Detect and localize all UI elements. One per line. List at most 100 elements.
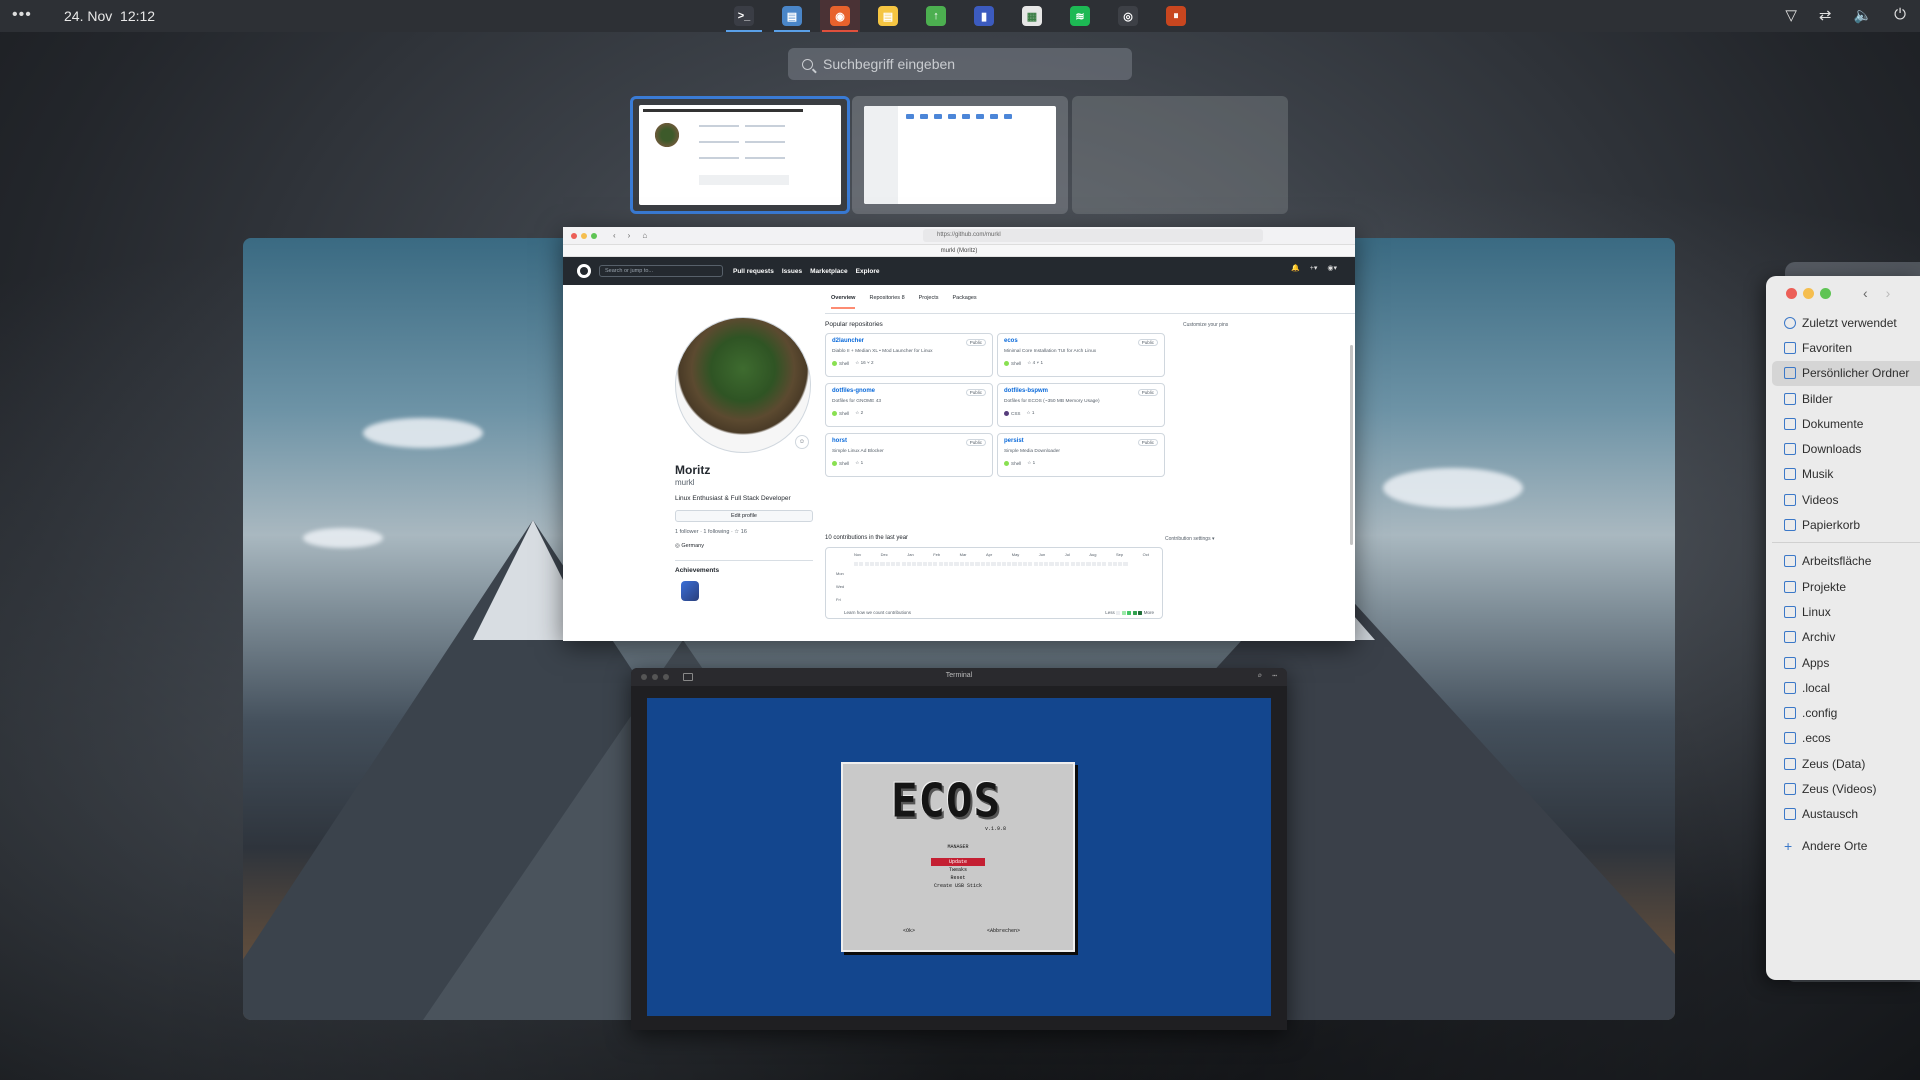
contribution-cell[interactable] — [1096, 562, 1102, 567]
contribution-cell[interactable] — [1017, 562, 1022, 567]
contribution-cell[interactable] — [1023, 562, 1028, 567]
contribution-cell[interactable] — [1075, 562, 1080, 567]
sidebar-item-pers-nlicher-ordner[interactable]: Persönlicher Ordner — [1772, 360, 1920, 386]
contribution-cell[interactable] — [1118, 562, 1123, 567]
contribution-cell[interactable] — [1007, 562, 1012, 567]
contribution-cell[interactable] — [949, 562, 954, 567]
edit-profile-button[interactable]: Edit profile — [675, 510, 813, 522]
repo-name-link[interactable]: persist — [1004, 438, 1158, 444]
contribution-cell[interactable] — [986, 562, 991, 567]
contribution-cell[interactable] — [1112, 562, 1117, 567]
repo-name-link[interactable]: horst — [832, 438, 986, 444]
repo-name-link[interactable]: dotfiles-gnome — [832, 388, 986, 394]
contribution-cell[interactable] — [1038, 562, 1044, 567]
contribution-cell[interactable] — [1091, 562, 1096, 567]
contribution-cell[interactable] — [1033, 562, 1038, 567]
contribution-cell[interactable] — [964, 562, 970, 567]
github-nav-link[interactable]: Issues — [782, 268, 802, 275]
contribution-cell[interactable] — [959, 562, 964, 567]
contribution-cell[interactable] — [1059, 562, 1065, 567]
search-input[interactable]: Suchbegriff eingeben — [788, 48, 1132, 80]
ecos-menu-item[interactable]: Tweaks — [843, 866, 1073, 874]
contribution-cell[interactable] — [980, 562, 985, 567]
contribution-cell[interactable] — [901, 562, 906, 567]
repo-name-link[interactable]: d2launcher — [832, 338, 986, 344]
maximize-icon[interactable] — [591, 232, 597, 239]
github-nav-link[interactable]: Pull requests — [733, 268, 774, 275]
browser-tab[interactable]: murkl (Moritz) — [563, 245, 1355, 257]
close-icon[interactable] — [571, 232, 577, 239]
tab-projects[interactable]: Projects — [919, 295, 939, 309]
plus-icon[interactable]: +▾ — [1310, 264, 1318, 272]
dock-item-bookmark[interactable]: ▮ — [964, 0, 1004, 32]
contribution-cell[interactable] — [933, 562, 938, 567]
contribution-cell[interactable] — [1065, 562, 1070, 567]
tab-packages[interactable]: Packages — [953, 295, 977, 309]
power-icon[interactable]: ⏻ — [1894, 6, 1906, 24]
sidebar-item-zeus-videos[interactable]: Zeus (Videos) — [1772, 776, 1920, 801]
dock-item-spotify[interactable]: ≋ — [1060, 0, 1100, 32]
contribution-cell[interactable] — [859, 562, 864, 567]
repo-card[interactable]: ecos Public Minimal Core Installation TUI … — [997, 333, 1165, 377]
scrollbar[interactable] — [1350, 345, 1353, 545]
back-icon[interactable]: ‹ — [613, 231, 616, 240]
sidebar-item-zeus-data[interactable]: Zeus (Data) — [1772, 751, 1920, 776]
contribution-cell[interactable] — [996, 562, 1001, 567]
contribution-cell[interactable] — [1028, 562, 1033, 567]
contribution-cell[interactable] — [1049, 562, 1054, 567]
repo-name-link[interactable]: ecos — [1004, 338, 1158, 344]
sidebar-item-other-locations[interactable]: + Andere Orte — [1772, 833, 1920, 858]
repo-card[interactable]: dotfiles-gnome Public Dotfiles for GNOME 4… — [825, 383, 993, 427]
status-icon[interactable]: ☺ — [795, 435, 809, 449]
maximize-icon[interactable] — [1820, 288, 1831, 299]
repo-card[interactable]: dotfiles-bspwm Public Dotfiles for ECOS (~… — [997, 383, 1165, 427]
achievement-badge-icon[interactable] — [681, 581, 699, 601]
cancel-button[interactable]: <Abbrechen> — [987, 928, 1020, 934]
github-search-input[interactable]: Search or jump to... — [599, 265, 723, 277]
terminal-screen[interactable]: ECOS v.1.9.8 MANAGER Update Tweaks Reset Cr… — [647, 698, 1271, 1016]
dock-item-firefox[interactable]: ◉ — [820, 0, 860, 32]
contribution-cell[interactable] — [1086, 562, 1091, 567]
dock-item-audio[interactable]: ⏸ — [1156, 0, 1196, 32]
ecos-menu-item[interactable]: Update — [843, 858, 1073, 866]
contribution-cell[interactable] — [975, 562, 980, 567]
contribution-settings-dropdown[interactable]: Contribution settings ▾ — [1165, 536, 1214, 542]
workspace-thumbnail-2[interactable] — [852, 96, 1068, 214]
sidebar-item-config[interactable]: .config — [1772, 700, 1920, 725]
github-logo-icon[interactable] — [577, 264, 591, 278]
contribution-cell[interactable] — [1044, 562, 1049, 567]
contribution-cell[interactable] — [954, 562, 959, 567]
activities-menu-button[interactable]: ••• — [12, 6, 32, 24]
contribution-cell[interactable] — [885, 562, 890, 567]
contribution-cell[interactable] — [1012, 562, 1017, 567]
sidebar-item-bilder[interactable]: Bilder — [1772, 386, 1920, 411]
terminal-window[interactable]: Terminal ⌕ ⋯ ECOS v.1.9.8 MANAGER Update… — [631, 668, 1287, 1030]
dock-item-update[interactable]: ↑ — [916, 0, 956, 32]
repo-name-link[interactable]: dotfiles-bspwm — [1004, 388, 1158, 394]
network-icon[interactable]: ▽ — [1785, 6, 1797, 24]
workspace-thumbnail-1[interactable] — [630, 96, 850, 214]
close-icon[interactable] — [1786, 288, 1797, 299]
contribution-cell[interactable] — [970, 562, 975, 567]
contribution-cell[interactable] — [869, 562, 875, 567]
contribution-cell[interactable] — [991, 562, 996, 567]
sidebar-item-ecos[interactable]: .ecos — [1772, 726, 1920, 751]
contribution-cell[interactable] — [1081, 562, 1086, 567]
sidebar-item-austausch[interactable]: Austausch — [1772, 802, 1920, 827]
contribution-cell[interactable] — [896, 562, 901, 567]
tab-overview[interactable]: Overview — [831, 295, 856, 309]
repo-card[interactable]: persist Public Simple Media Downloader Shel… — [997, 433, 1165, 477]
contribution-cell[interactable] — [875, 562, 880, 567]
sidebar-item-local[interactable]: .local — [1772, 675, 1920, 700]
github-nav-link[interactable]: Explore — [856, 268, 880, 275]
sidebar-item-apps[interactable]: Apps — [1772, 650, 1920, 675]
contribution-cell[interactable] — [854, 562, 859, 567]
repo-card[interactable]: horst Public Simple Linux Ad Blocker Shell ☆… — [825, 433, 993, 477]
user-menu-icon[interactable]: ◉▾ — [1327, 264, 1337, 272]
contribution-cell[interactable] — [1001, 562, 1007, 567]
vpn-icon[interactable]: ⇄ — [1819, 6, 1832, 24]
forward-icon[interactable]: › — [1886, 285, 1891, 301]
dock-item-files[interactable]: ▤ — [772, 0, 812, 32]
sidebar-item-videos[interactable]: Videos — [1772, 487, 1920, 512]
ecos-menu-item[interactable]: Reset — [843, 874, 1073, 882]
